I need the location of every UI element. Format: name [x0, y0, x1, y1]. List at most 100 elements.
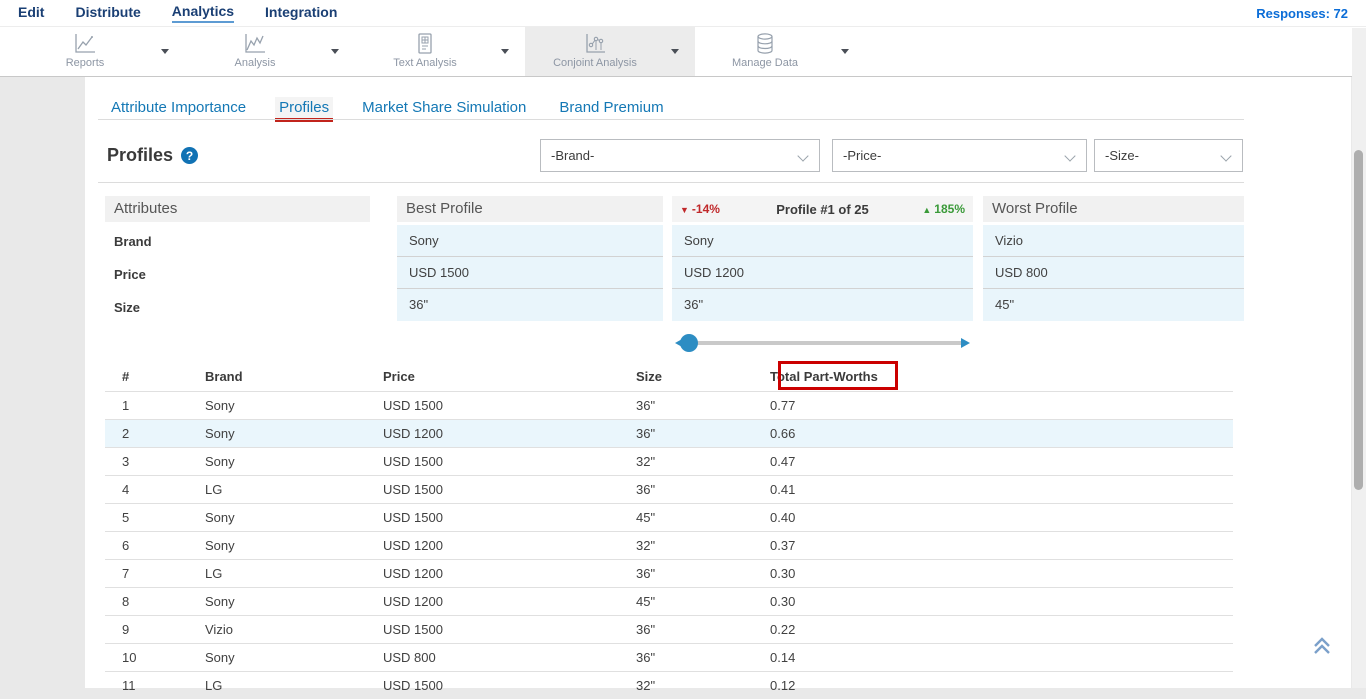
toolbar-item-text-analysis[interactable]: Text Analysis [355, 27, 525, 76]
cell-price: USD 1500 [383, 447, 636, 475]
cell-price: USD 1500 [383, 391, 636, 419]
cell-size: 45" [636, 587, 770, 615]
manage-data-dropdown-caret-icon[interactable] [841, 49, 849, 54]
nav-item-edit[interactable]: Edit [18, 4, 44, 22]
price-filter-dropdown[interactable]: -Price- [832, 139, 1087, 172]
scroll-to-top-button[interactable] [1311, 635, 1335, 661]
toolbar-item-label: Analysis [235, 57, 276, 69]
size-filter-dropdown[interactable]: -Size- [1094, 139, 1243, 172]
toolbar-item-conjoint-analysis[interactable]: Conjoint Analysis [525, 27, 695, 76]
conjoint-analysis-icon [582, 32, 608, 56]
table-row[interactable]: 4 LG USD 1500 36" 0.41 [105, 475, 1233, 503]
worst-profile-price: USD 800 [983, 257, 1244, 289]
cell-brand: Vizio [205, 615, 383, 643]
page-scrollbar-thumb[interactable] [1354, 150, 1363, 490]
text-analysis-dropdown-caret-icon[interactable] [501, 49, 509, 54]
attributes-column: Attributes Brand Price Size [105, 196, 370, 324]
page-title: Profiles [107, 145, 173, 166]
table-row[interactable]: 11 LG USD 1500 32" 0.12 [105, 671, 1233, 699]
responses-count[interactable]: Responses: 72 [1256, 6, 1348, 21]
column-header-num: # [105, 363, 205, 391]
cell-worth: 0.30 [770, 559, 1233, 587]
cell-worth: 0.14 [770, 643, 1233, 671]
cell-size: 36" [636, 559, 770, 587]
slider-right-arrow-icon[interactable] [961, 338, 970, 348]
cell-size: 36" [636, 391, 770, 419]
table-row[interactable]: 8 Sony USD 1200 45" 0.30 [105, 587, 1233, 615]
table-row[interactable]: 2 Sony USD 1200 36" 0.66 [105, 419, 1233, 447]
help-icon[interactable]: ? [181, 147, 198, 164]
cell-price: USD 1500 [383, 615, 636, 643]
chevron-down-icon [1220, 150, 1231, 161]
reports-dropdown-caret-icon[interactable] [161, 49, 169, 54]
cell-num: 6 [105, 531, 205, 559]
brand-filter-value: -Brand- [551, 148, 594, 163]
cell-size: 45" [636, 503, 770, 531]
cell-worth: 0.37 [770, 531, 1233, 559]
cell-worth: 0.30 [770, 587, 1233, 615]
worst-profile-column: Worst Profile Vizio USD 800 45" [983, 196, 1244, 321]
table-row[interactable]: 3 Sony USD 1500 32" 0.47 [105, 447, 1233, 475]
table-row[interactable]: 1 Sony USD 1500 36" 0.77 [105, 391, 1233, 419]
cell-price: USD 1200 [383, 419, 636, 447]
column-header-size: Size [636, 363, 770, 391]
cell-price: USD 800 [383, 643, 636, 671]
worst-profile-header: Worst Profile [983, 196, 1244, 222]
best-profile-column: Best Profile Sony USD 1500 36" [397, 196, 663, 321]
cell-num: 7 [105, 559, 205, 587]
tabs-divider [98, 119, 1244, 120]
cell-brand: Sony [205, 503, 383, 531]
toolbar-item-label: Manage Data [732, 57, 798, 69]
nav-item-distribute[interactable]: Distribute [75, 4, 140, 22]
manage-data-icon [752, 32, 778, 56]
part-worths-table-body: 1 Sony USD 1500 36" 0.77 2 Sony USD 1200… [105, 391, 1233, 699]
cell-brand: Sony [205, 643, 383, 671]
cell-num: 10 [105, 643, 205, 671]
cell-brand: Sony [205, 587, 383, 615]
current-profile-header: -14% Profile #1 of 25 185% [672, 196, 973, 222]
table-row[interactable]: 9 Vizio USD 1500 36" 0.22 [105, 615, 1233, 643]
table-row[interactable]: 7 LG USD 1200 36" 0.30 [105, 559, 1233, 587]
toolbar-item-label: Conjoint Analysis [553, 57, 637, 69]
nav-item-analytics[interactable]: Analytics [172, 3, 234, 23]
toolbar-item-label: Reports [66, 57, 105, 69]
cell-price: USD 1200 [383, 587, 636, 615]
chevron-down-icon [1064, 150, 1075, 161]
worst-profile-brand: Vizio [983, 225, 1244, 257]
cell-size: 36" [636, 643, 770, 671]
table-header-row: # Brand Price Size Total Part-Worths [105, 363, 1233, 391]
cell-price: USD 1200 [383, 531, 636, 559]
cell-price: USD 1200 [383, 559, 636, 587]
toolbar-item-manage-data[interactable]: Manage Data [695, 27, 865, 76]
slider-track[interactable] [681, 341, 964, 345]
conjoint-analysis-dropdown-caret-icon[interactable] [671, 49, 679, 54]
cell-brand: Sony [205, 531, 383, 559]
column-header-brand: Brand [205, 363, 383, 391]
best-profile-brand: Sony [397, 225, 663, 257]
nav-item-integration[interactable]: Integration [265, 4, 337, 22]
slider-handle[interactable] [680, 334, 698, 352]
column-header-total-part-worths: Total Part-Worths [770, 363, 1233, 391]
toolbar-item-analysis[interactable]: Analysis [185, 27, 355, 76]
reports-icon [72, 32, 98, 56]
cell-brand: Sony [205, 391, 383, 419]
cell-price: USD 1500 [383, 671, 636, 699]
column-header-price: Price [383, 363, 636, 391]
analysis-icon [242, 32, 268, 56]
current-profile-size: 36" [672, 289, 973, 321]
worst-profile-size: 45" [983, 289, 1244, 321]
table-row[interactable]: 10 Sony USD 800 36" 0.14 [105, 643, 1233, 671]
analysis-dropdown-caret-icon[interactable] [331, 49, 339, 54]
page-scrollbar-track[interactable] [1352, 28, 1366, 688]
attributes-header: Attributes [105, 196, 370, 222]
table-row[interactable]: 6 Sony USD 1200 32" 0.37 [105, 531, 1233, 559]
cell-brand: LG [205, 475, 383, 503]
cell-num: 3 [105, 447, 205, 475]
cell-num: 8 [105, 587, 205, 615]
attribute-label-size: Size [105, 291, 370, 324]
toolbar-item-reports[interactable]: Reports [15, 27, 185, 76]
cell-price: USD 1500 [383, 503, 636, 531]
table-row[interactable]: 5 Sony USD 1500 45" 0.40 [105, 503, 1233, 531]
cell-brand: LG [205, 559, 383, 587]
brand-filter-dropdown[interactable]: -Brand- [540, 139, 820, 172]
